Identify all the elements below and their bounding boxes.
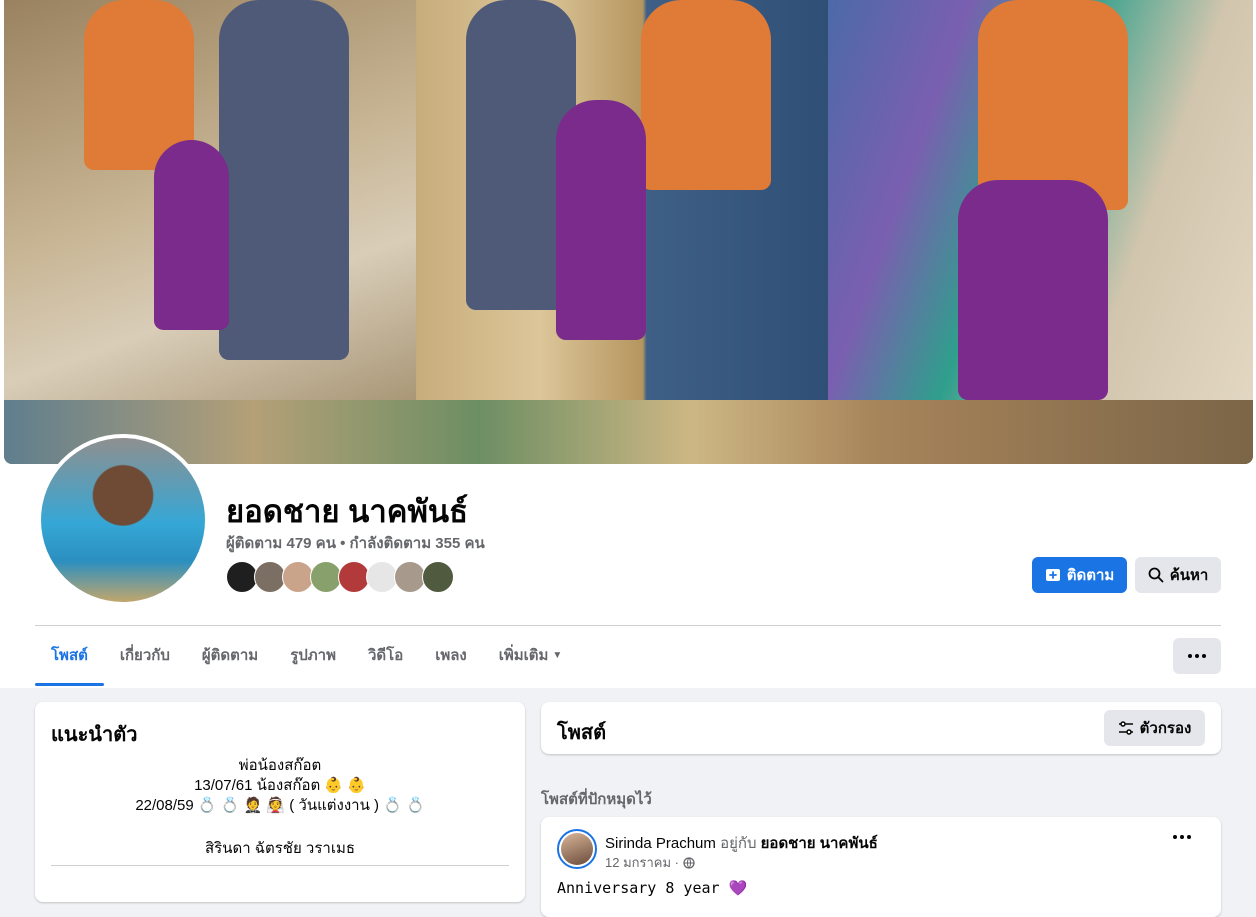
cover-photo-panel (4, 400, 1253, 464)
avatar-image (41, 438, 205, 602)
intro-divider (51, 865, 509, 866)
cover-photo-panel (4, 0, 416, 400)
tab-about[interactable]: เกี่ยวกับ (104, 626, 186, 686)
cover-figure (556, 100, 646, 340)
bio-line: 13/07/61 น้องสก๊อต 👶 👶 (194, 777, 366, 794)
more-options-button[interactable] (1173, 638, 1221, 674)
pinned-post: Sirinda Prachum อยู่กับ ยอดชาย นาคพันธ์ … (541, 817, 1221, 917)
bio-line: 22/08/59 💍 💍 🤵 👰 ( วันแต่งงาน ) 💍 💍 (135, 797, 425, 814)
cover-figure (154, 140, 229, 330)
filter-icon (1118, 721, 1133, 735)
tab-videos[interactable]: วิดีโอ (352, 626, 419, 686)
bio-subtext: สิรินดา ฉัตรชัย วราเมธ (204, 840, 356, 857)
cover-figure (219, 0, 349, 360)
intro-bio: พ่อน้องสก๊อต 13/07/61 น้องสก๊อต 👶 👶 22/0… (35, 756, 525, 816)
post-options-icon[interactable] (1171, 835, 1192, 839)
tab-followers[interactable]: ผู้ติดตาม (186, 626, 274, 686)
intro-card: แนะนำตัว พ่อน้องสก๊อต 13/07/61 น้องสก๊อต… (35, 702, 525, 902)
filter-button[interactable]: ตัวกรอง (1104, 710, 1205, 746)
post-tagged-user[interactable]: ยอดชาย นาคพันธ์ (761, 835, 878, 852)
posts-header-card: โพสต์ ตัวกรอง (541, 702, 1221, 754)
cover-photo[interactable] (4, 0, 1253, 464)
tab-photos[interactable]: รูปภาพ (274, 626, 352, 686)
post-author[interactable]: Sirinda Prachum (605, 835, 716, 852)
search-icon (1148, 567, 1164, 583)
tab-music[interactable]: เพลง (419, 626, 483, 686)
posts-title: โพสต์ (557, 722, 607, 744)
post-text: Anniversary 8 year 💜 (557, 879, 748, 897)
more-icon (1187, 654, 1208, 658)
profile-avatar[interactable] (37, 434, 209, 606)
post-with-text: อยู่กับ (720, 835, 757, 852)
profile-tabs: โพสต์ เกี่ยวกับ ผู้ติดตาม รูปภาพ วิดีโอ … (35, 626, 578, 686)
cover-figure (641, 0, 771, 190)
search-button[interactable]: ค้นหา (1135, 557, 1221, 593)
follower-avatar[interactable] (422, 561, 454, 593)
chevron-down-icon: ▼ (552, 650, 563, 662)
follow-icon (1045, 569, 1060, 581)
follow-label: ติดตาม (1066, 567, 1115, 584)
post-date[interactable]: 12 มกราคม · (605, 852, 679, 873)
tab-more[interactable]: เพิ่มเติม ▼ (483, 626, 579, 686)
tab-more-label: เพิ่มเติม (498, 647, 549, 664)
bio-line: พ่อน้องสก๊อต (238, 757, 322, 774)
follower-stats[interactable]: ผู้ติดตาม 479 คน • กำลังติดตาม 355 คน (226, 531, 485, 555)
cover-photo-panel (416, 0, 828, 400)
intro-title: แนะนำตัว (51, 724, 138, 746)
post-author-avatar[interactable] (557, 829, 597, 869)
profile-name: ยอดชาย นาคพันธ์ (226, 494, 469, 529)
search-label: ค้นหา (1169, 567, 1209, 584)
cover-figure (978, 0, 1128, 210)
pinned-posts-label: โพสต์ที่ปักหมุดไว้ (541, 791, 652, 808)
filter-label: ตัวกรอง (1139, 720, 1192, 737)
follow-button[interactable]: ติดตาม (1032, 557, 1127, 593)
globe-icon (683, 856, 695, 869)
cover-photo-panel (828, 0, 1253, 400)
post-meta: 12 มกราคม · (605, 852, 695, 873)
cover-figure (958, 180, 1108, 400)
tab-posts[interactable]: โพสต์ (35, 626, 104, 686)
